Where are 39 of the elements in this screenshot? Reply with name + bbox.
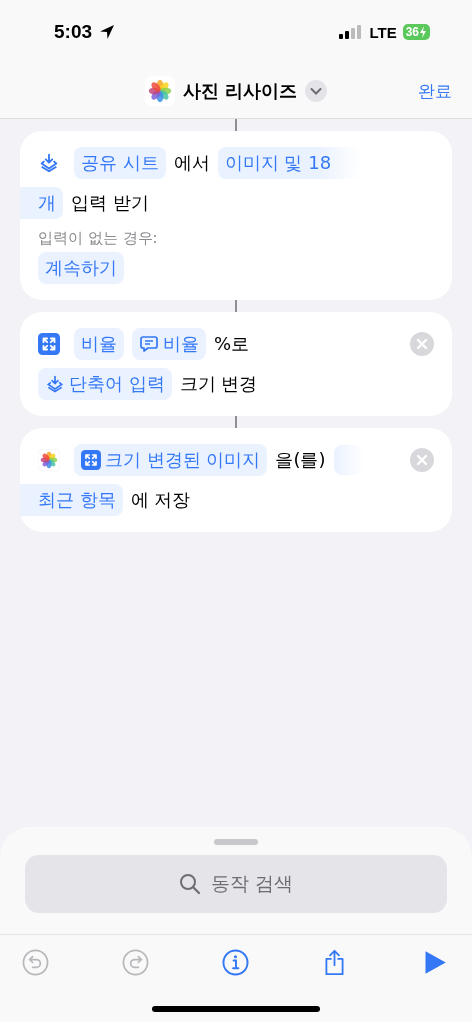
action-text: 을(를) [275, 448, 326, 472]
resize-icon [38, 333, 60, 355]
search-field[interactable]: 동작 검색 [25, 855, 447, 913]
action-text: %로 [214, 332, 250, 356]
location-icon [98, 23, 117, 41]
sheet-grabber[interactable] [214, 839, 258, 845]
signal-icon [339, 25, 364, 39]
variable-token[interactable]: 크기 변경된 이미지 [74, 444, 268, 476]
action-card[interactable]: 공유 시트 에서 이미지 및 18 개 입력 받기 입력이 없는 경우: 계속하기 [20, 131, 452, 300]
variable-token[interactable]: 비율 [74, 328, 124, 360]
variable-token[interactable]: 비율 [132, 328, 206, 360]
action-text: 입력 받기 [71, 191, 149, 215]
option-label: 입력이 없는 경우: [38, 229, 159, 248]
variable-token[interactable]: 단축어 입력 [38, 368, 172, 400]
remove-icon[interactable] [410, 448, 434, 472]
speech-bubble-icon [139, 334, 159, 354]
action-text: 에 저장 [130, 488, 191, 512]
chevron-down-icon[interactable] [305, 80, 328, 102]
shortcut-title[interactable]: 사진 리사이즈 [182, 79, 298, 103]
done-button[interactable]: 완료 [418, 79, 452, 103]
info-icon[interactable] [221, 949, 249, 976]
status-time: 5:03 [54, 21, 93, 43]
action-card[interactable]: 크기 변경된 이미지 을(를) 최근 항목 에 저장 [20, 428, 452, 532]
remove-icon[interactable] [410, 332, 434, 356]
variable-token[interactable]: 최근 항목 [20, 484, 123, 516]
variable-token[interactable]: 공유 시트 [74, 147, 166, 179]
battery-indicator: 36 [402, 24, 430, 40]
share-sheet-icon [38, 152, 60, 174]
resize-icon [81, 450, 101, 470]
action-text: 크기 변경 [179, 372, 258, 396]
action-text: 에서 [173, 151, 210, 175]
search-icon [178, 873, 201, 895]
share-sheet-icon [45, 374, 65, 394]
photos-icon [144, 76, 175, 106]
photos-icon [38, 449, 60, 471]
variable-token[interactable]: 개 [20, 187, 63, 219]
variable-token[interactable]: 계속하기 [38, 252, 124, 284]
network-label: LTE [369, 23, 397, 41]
action-card[interactable]: 비율 비율 %로 단축어 입력 크기 변경 [20, 312, 452, 416]
